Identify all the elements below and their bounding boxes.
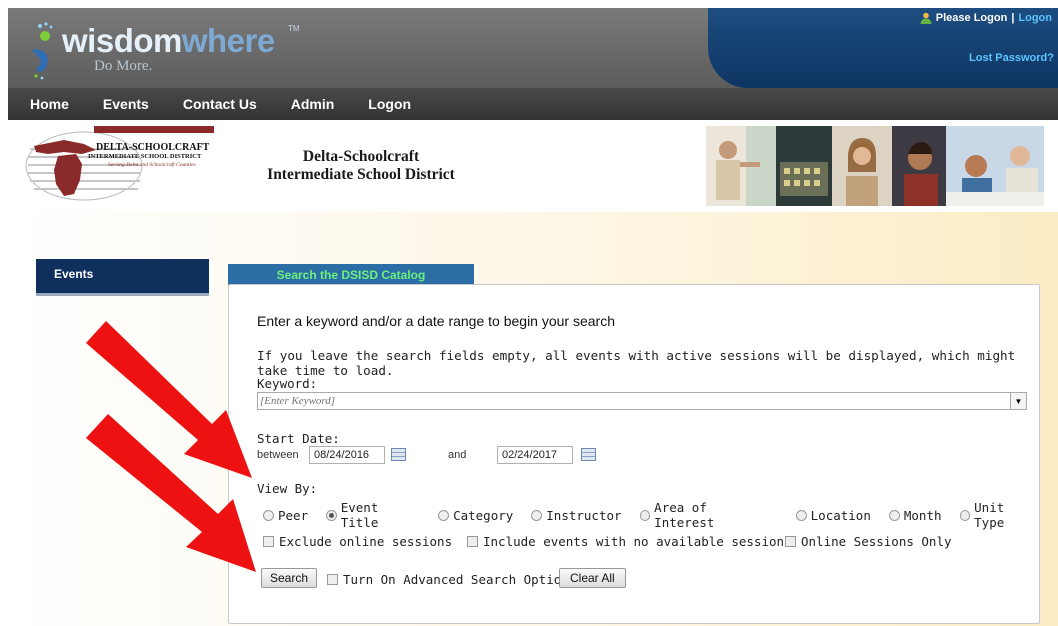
chevron-down-icon: ▼ (1014, 396, 1023, 406)
exclude-online-label: Exclude online sessions (279, 534, 453, 549)
search-catalog-tab[interactable]: Search the DSISD Catalog (228, 264, 474, 286)
calendar-icon[interactable] (581, 448, 596, 461)
view-by-option-label: Event Title (340, 500, 379, 530)
exclude-online-checkbox[interactable]: Exclude online sessions (263, 534, 452, 549)
radio-icon (795, 509, 807, 521)
checkbox-icon (263, 536, 274, 547)
radio-icon (888, 509, 900, 521)
view-by-label: View By: (257, 481, 318, 496)
radio-icon (531, 509, 543, 521)
user-icon (920, 12, 932, 24)
view-by-option-label: Peer (278, 507, 309, 523)
chalkboard-photo (776, 126, 832, 206)
radio-icon (438, 509, 450, 521)
district-name: Delta-Schoolcraft Intermediate School Di… (234, 148, 488, 184)
view-by-unit-type-radio[interactable]: Unit Type (959, 500, 1039, 530)
sidebar-item-events[interactable]: Events (36, 259, 209, 296)
district-logo-text-mid: INTERMEDIATE SCHOOL DISTRICT (88, 153, 202, 160)
view-by-category-radio[interactable]: Category (438, 508, 513, 523)
nav-contact-us[interactable]: Contact Us (183, 96, 257, 112)
logon-link[interactable]: Logon (1018, 12, 1052, 24)
classroom-photo-strip (706, 126, 1044, 206)
view-by-option-label: Location (810, 507, 871, 523)
students-desk-photo (946, 126, 1044, 206)
nav-logon[interactable]: Logon (368, 96, 411, 112)
keyword-input[interactable] (258, 393, 1010, 409)
view-by-instructor-radio[interactable]: Instructor (531, 507, 622, 523)
nav-events[interactable]: Events (103, 96, 149, 112)
nav-home[interactable]: Home (30, 96, 69, 112)
keyword-dropdown-button[interactable]: ▼ (1010, 393, 1026, 409)
view-by-option-label: Month (903, 507, 942, 523)
main-nav: Home Events Contact Us Admin Logon (8, 88, 1058, 120)
view-by-area-of-interest-radio[interactable]: Area of Interest (639, 500, 770, 530)
view-by-radio-group: Peer Event Title Category Instructor Are… (263, 500, 1039, 530)
search-info-text: If you leave the search fields empty, al… (257, 348, 1016, 378)
content-area: Events Search the DSISD Catalog Enter a … (8, 212, 1058, 626)
radio-icon (639, 509, 651, 521)
view-by-month-radio[interactable]: Month (888, 507, 942, 523)
calendar-icon[interactable] (391, 448, 406, 461)
online-only-label: Online Sessions Only (801, 534, 952, 549)
between-label: between (257, 449, 299, 461)
user-links-separator: | (1011, 12, 1015, 24)
lost-password-link[interactable]: Lost Password? (969, 52, 1054, 64)
district-logo-text-sub: Serving Delta and Schoolcraft Counties (108, 162, 196, 168)
search-button[interactable]: Search (261, 568, 318, 588)
radio-selected-icon (326, 509, 337, 521)
student-boy-photo (892, 126, 946, 206)
keyword-label: Keyword: (257, 376, 318, 391)
logo-trademark: TM (288, 24, 300, 33)
keyword-combobox[interactable]: ▼ (257, 392, 1027, 410)
advanced-search-label: Turn On Advanced Search Options (343, 572, 577, 587)
district-logo-text-top: DELTA-SCHOOLCRAFT (96, 142, 210, 153)
user-links: Please Logon | Logon (920, 12, 1052, 24)
logo-wordmark: wisdomwhere (62, 22, 275, 59)
radio-icon (263, 509, 274, 521)
logo-dots-icon (32, 22, 53, 80)
view-by-option-label: Category (453, 507, 514, 523)
logo-tagline: Do More. (94, 58, 153, 74)
district-name-line1: Delta-Schoolcraft (302, 148, 420, 165)
checkbox-icon (785, 536, 796, 547)
header: wisdomwhere TM Do More. Please Logon | L… (8, 8, 1058, 88)
and-label: and (448, 449, 467, 461)
teacher-photo (706, 126, 776, 206)
search-heading: Enter a keyword and/or a date range to b… (257, 313, 615, 329)
include-no-sessions-label: Include events with no available session… (483, 534, 792, 549)
start-date-from-input[interactable]: 08/24/2016 (309, 446, 385, 464)
student-girl-photo (832, 126, 892, 206)
page: wisdomwhere TM Do More. Please Logon | L… (8, 8, 1058, 626)
view-by-peer-radio[interactable]: Peer (263, 508, 308, 523)
district-name-line2: Intermediate School District (267, 165, 455, 183)
nav-admin[interactable]: Admin (291, 96, 335, 112)
online-only-checkbox[interactable]: Online Sessions Only (785, 534, 952, 549)
wisdomwhere-logo[interactable]: wisdomwhere TM Do More. (30, 16, 310, 80)
view-by-option-label: Unit Type (974, 500, 1005, 530)
advanced-search-checkbox[interactable]: Turn On Advanced Search Options (327, 572, 576, 587)
search-panel: Enter a keyword and/or a date range to b… (228, 284, 1040, 624)
view-by-option-label: Area of Interest (654, 500, 715, 530)
include-no-sessions-checkbox[interactable]: Include events with no available session… (467, 534, 792, 549)
view-by-event-title-radio[interactable]: Event Title (326, 500, 420, 530)
view-by-location-radio[interactable]: Location (795, 507, 871, 523)
checkbox-icon (467, 536, 478, 547)
clear-all-button[interactable]: Clear All (559, 568, 626, 588)
start-date-label: Start Date: (257, 431, 340, 446)
start-date-to-input[interactable]: 02/24/2017 (497, 446, 573, 464)
radio-icon (959, 509, 971, 521)
view-by-option-label: Instructor (546, 507, 622, 523)
checkbox-icon (327, 574, 338, 585)
district-banner: DELTA-SCHOOLCRAFT INTERMEDIATE SCHOOL DI… (8, 120, 1058, 212)
please-logon-link[interactable]: Please Logon (936, 12, 1008, 24)
